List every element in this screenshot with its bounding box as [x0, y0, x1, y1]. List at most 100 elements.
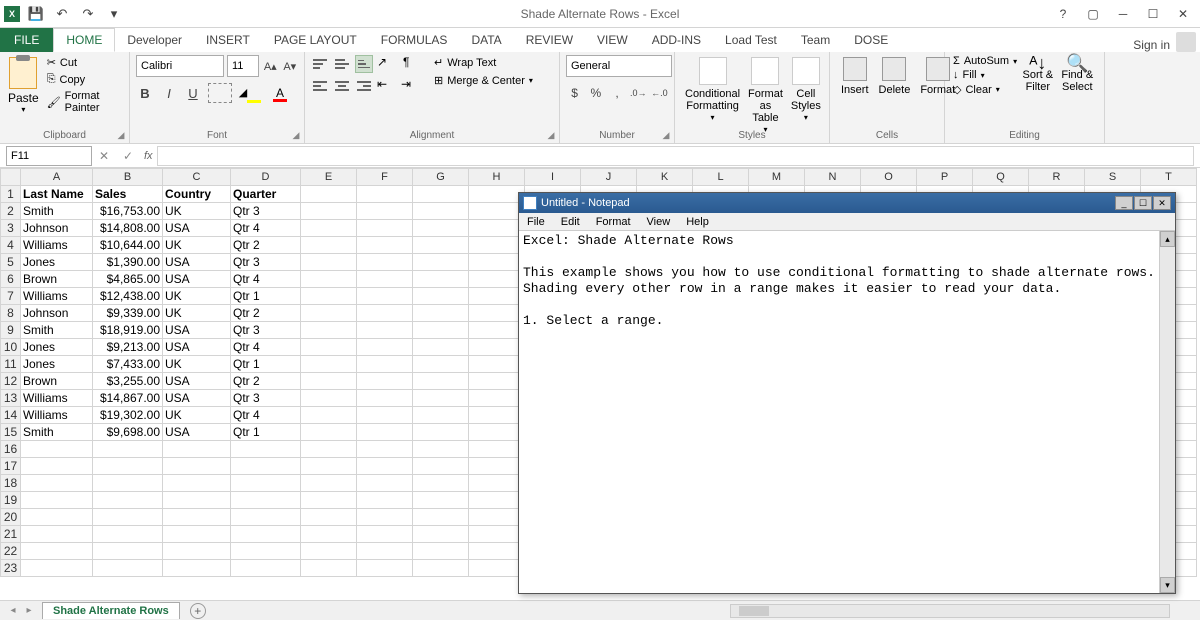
cell[interactable]: Qtr 3	[231, 390, 301, 407]
help-icon[interactable]: ?	[1052, 6, 1074, 22]
column-header[interactable]: N	[805, 169, 861, 186]
cell[interactable]	[301, 424, 357, 441]
cell[interactable]	[357, 237, 413, 254]
sheet-nav-next-icon[interactable]: ▸	[22, 604, 36, 618]
cell[interactable]	[21, 526, 93, 543]
cell[interactable]	[413, 220, 469, 237]
cell[interactable]	[301, 441, 357, 458]
cell[interactable]	[163, 475, 231, 492]
cell[interactable]	[357, 271, 413, 288]
cell[interactable]	[301, 390, 357, 407]
cell[interactable]	[301, 407, 357, 424]
cell[interactable]: Smith	[21, 424, 93, 441]
file-tab[interactable]: FILE	[0, 28, 53, 52]
cell[interactable]	[413, 458, 469, 475]
sheet-tab-active[interactable]: Shade Alternate Rows	[42, 602, 180, 619]
font-name-input[interactable]	[136, 55, 224, 77]
cell[interactable]	[301, 560, 357, 577]
column-header[interactable]: E	[301, 169, 357, 186]
font-size-input[interactable]	[227, 55, 259, 77]
cell[interactable]	[413, 186, 469, 203]
cell[interactable]	[469, 509, 525, 526]
cell[interactable]	[93, 458, 163, 475]
sort-filter-button[interactable]: ᴬ↓Sort & Filter	[1019, 55, 1056, 96]
cell[interactable]	[469, 407, 525, 424]
cell[interactable]	[413, 543, 469, 560]
cell[interactable]: $9,213.00	[93, 339, 163, 356]
copy-button[interactable]: ⎘Copy	[45, 72, 123, 87]
align-center-button[interactable]	[333, 77, 351, 95]
cell[interactable]	[357, 390, 413, 407]
cell[interactable]: Qtr 2	[231, 373, 301, 390]
align-left-button[interactable]	[311, 77, 329, 95]
cell[interactable]	[413, 356, 469, 373]
clipboard-launcher-icon[interactable]: ◢	[115, 129, 127, 141]
cell[interactable]: Qtr 1	[231, 288, 301, 305]
column-header[interactable]: L	[693, 169, 749, 186]
cell[interactable]	[357, 254, 413, 271]
row-header[interactable]: 23	[1, 560, 21, 577]
cell[interactable]: Qtr 1	[231, 424, 301, 441]
cut-button[interactable]: ✂Cut	[45, 55, 123, 70]
cell[interactable]: UK	[163, 288, 231, 305]
wrap-indent-icon[interactable]: ¶	[403, 55, 423, 73]
cell[interactable]	[357, 322, 413, 339]
cell[interactable]: USA	[163, 373, 231, 390]
cell[interactable]	[469, 441, 525, 458]
cell[interactable]: $16,753.00	[93, 203, 163, 220]
cell[interactable]	[413, 560, 469, 577]
cell[interactable]	[301, 271, 357, 288]
cell[interactable]	[301, 543, 357, 560]
wrap-text-button[interactable]: ↵Wrap Text	[431, 55, 536, 70]
cell[interactable]	[231, 492, 301, 509]
cell[interactable]: Qtr 4	[231, 407, 301, 424]
tab-developer[interactable]: Developer	[115, 28, 194, 52]
row-header[interactable]: 5	[1, 254, 21, 271]
align-middle-button[interactable]	[333, 55, 351, 73]
row-header[interactable]: 18	[1, 475, 21, 492]
cell[interactable]	[357, 424, 413, 441]
cell[interactable]	[163, 526, 231, 543]
save-icon[interactable]: 💾	[26, 4, 46, 24]
tab-view[interactable]: VIEW	[585, 28, 640, 52]
cell[interactable]	[301, 509, 357, 526]
cell[interactable]	[413, 390, 469, 407]
cell[interactable]	[21, 492, 93, 509]
cell[interactable]	[413, 424, 469, 441]
clear-button[interactable]: ◇Clear▾	[951, 83, 1019, 96]
notepad-menu-format[interactable]: Format	[588, 216, 639, 228]
cell[interactable]	[469, 560, 525, 577]
cell[interactable]	[93, 475, 163, 492]
tab-loadtest[interactable]: Load Test	[713, 28, 789, 52]
column-header[interactable]: Q	[973, 169, 1029, 186]
formula-input[interactable]	[157, 146, 1194, 166]
cell[interactable]: $9,698.00	[93, 424, 163, 441]
decrease-indent-button[interactable]: ⇤	[377, 77, 397, 95]
merge-center-button[interactable]: ⊞Merge & Center▾	[431, 73, 536, 88]
cell[interactable]	[163, 492, 231, 509]
minimize-icon[interactable]: ─	[1112, 6, 1134, 22]
column-header[interactable]: M	[749, 169, 805, 186]
row-header[interactable]: 21	[1, 526, 21, 543]
cell[interactable]	[301, 288, 357, 305]
column-header[interactable]: I	[525, 169, 581, 186]
signin-link[interactable]: Sign in	[1133, 38, 1170, 52]
cell[interactable]: $9,339.00	[93, 305, 163, 322]
row-header[interactable]: 19	[1, 492, 21, 509]
tab-home[interactable]: HOME	[53, 28, 115, 52]
row-header[interactable]: 20	[1, 509, 21, 526]
cell[interactable]	[413, 237, 469, 254]
cell[interactable]	[469, 322, 525, 339]
underline-button[interactable]: U	[184, 83, 202, 103]
cell[interactable]: Qtr 4	[231, 271, 301, 288]
cell[interactable]	[357, 492, 413, 509]
notepad-scroll-up-icon[interactable]: ▴	[1160, 231, 1175, 247]
column-header[interactable]: A	[21, 169, 93, 186]
cell[interactable]: Williams	[21, 288, 93, 305]
cell[interactable]	[357, 543, 413, 560]
grow-font-button[interactable]: A▴	[262, 56, 279, 76]
cell[interactable]	[469, 271, 525, 288]
comma-format-button[interactable]: ,	[608, 83, 625, 103]
cell[interactable]: Johnson	[21, 305, 93, 322]
cell[interactable]: $4,865.00	[93, 271, 163, 288]
